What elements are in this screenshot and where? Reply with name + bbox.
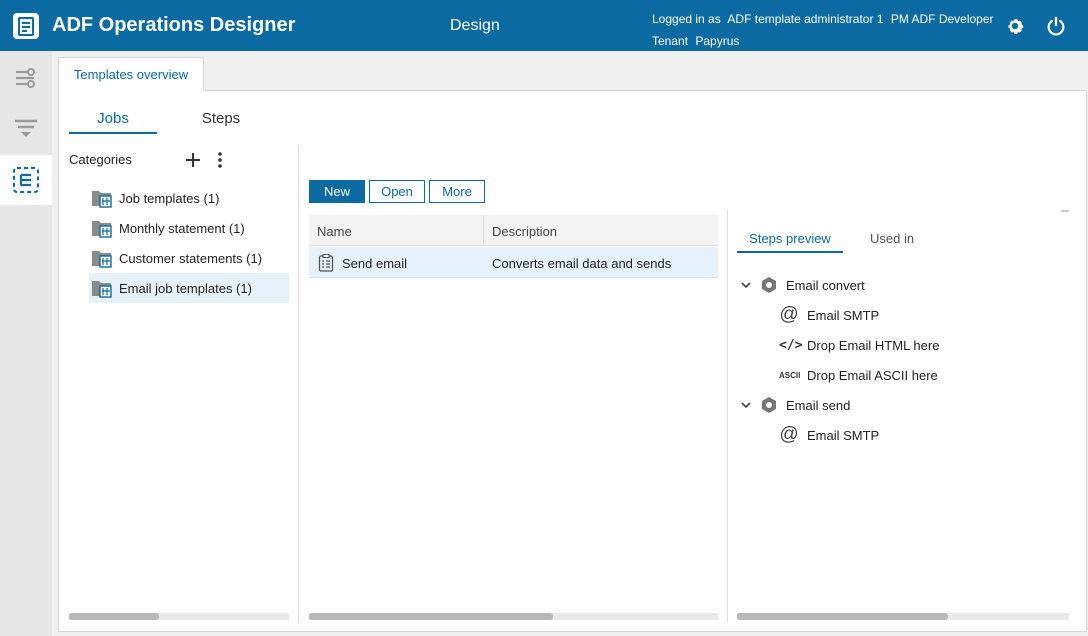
chevron-down-icon[interactable] [740,279,752,291]
tab-used-in[interactable]: Used in [870,231,914,253]
app-logo-icon [13,13,39,39]
logged-in-label: Logged in as [652,12,721,26]
folder-template-icon [92,221,112,238]
scrollbar-thumb[interactable] [737,613,948,620]
hexagon-icon [762,277,776,293]
category-label: Customer statements (1) [119,250,263,266]
divider [298,146,299,622]
tree-label: Email send [786,397,851,413]
cell-description: Converts email data and sends [492,256,672,271]
category-label: Monthly statement (1) [119,220,245,236]
tab-jobs[interactable]: Jobs [69,110,157,134]
category-label: Email job templates (1) [119,280,252,296]
categories-scrollbar[interactable] [69,613,289,620]
divider [727,210,728,622]
category-item-monthly-statement[interactable]: Monthly statement (1) [89,213,289,243]
left-rail [0,51,52,636]
more-button[interactable]: More [429,180,485,203]
tree-label: Drop Email ASCII here [807,367,938,383]
grid-header: Name Description [309,215,718,246]
tenant-name: Papyrus [695,34,740,48]
tab-steps-preview[interactable]: Steps preview [737,231,843,253]
code-icon: </> [779,337,803,353]
tree-node-email-convert[interactable]: Email convert [740,274,865,296]
tab-steps[interactable]: Steps [180,110,262,134]
tree-node-email-smtp[interactable]: @ Email SMTP [779,304,879,326]
category-label: Job templates (1) [119,190,220,206]
scrollbar-thumb[interactable] [309,613,553,620]
app-title: ADF Operations Designer [52,14,296,36]
tree-node-drop-email-ascii[interactable]: ASCII Drop Email ASCII here [779,364,938,386]
chevron-down-icon[interactable] [740,399,752,411]
tab-templates-overview[interactable]: Templates overview [58,57,204,91]
rail-templates[interactable] [0,155,52,205]
cell-name: Send email [342,256,408,271]
user-role: PM ADF Developer [890,12,994,26]
folder-template-icon [92,191,112,208]
ascii-icon: ASCII [779,370,801,380]
rail-workflow[interactable] [0,53,52,103]
category-item-job-templates[interactable]: Job templates (1) [89,183,289,213]
job-template-icon [318,254,334,272]
new-button[interactable]: New [309,180,365,203]
add-category-icon[interactable] [184,151,202,169]
tree-node-email-smtp[interactable]: @ Email SMTP [779,424,879,446]
open-button[interactable]: Open [369,180,425,203]
folder-template-icon [92,251,112,268]
filter-icon [15,119,37,137]
category-item-email-job-templates[interactable]: Email job templates (1) [89,273,289,303]
templates-icon [13,167,39,193]
table-row[interactable]: Send email Converts email data and sends [309,247,718,278]
panel-collapse-handle[interactable] [1061,210,1069,212]
nav-design[interactable]: Design [450,17,500,35]
tree-node-email-send[interactable]: Email send [740,394,850,416]
rail-filter[interactable] [0,103,52,153]
main-panel [58,90,1087,632]
column-header-name[interactable]: Name [317,224,352,239]
column-header-description[interactable]: Description [492,224,557,239]
folder-template-icon [92,281,112,298]
categories-title: Categories [69,152,132,167]
tree-label: Email convert [786,277,865,293]
top-bar: ADF Operations Designer Design Logged in… [0,0,1088,51]
grid-scrollbar[interactable] [309,613,718,620]
at-icon: @ [779,304,799,325]
at-icon: @ [779,424,799,445]
preview-scrollbar[interactable] [737,613,1069,620]
tree-node-drop-email-html[interactable]: </> Drop Email HTML here [779,334,939,356]
hexagon-icon [762,397,776,413]
tree-label: Drop Email HTML here [807,337,940,353]
tree-label: Email SMTP [807,427,880,443]
column-separator[interactable] [483,215,484,246]
user-name: ADF template administrator 1 [727,12,884,26]
login-info: Logged in as ADF template administrator … [652,8,998,52]
tenant-label: Tenant [652,34,689,48]
tree-label: Email SMTP [807,307,880,323]
gear-icon[interactable] [1004,15,1026,37]
scrollbar-thumb[interactable] [69,613,159,620]
workflow-icon [16,68,35,88]
more-vertical-icon[interactable] [214,151,226,169]
power-icon[interactable] [1045,15,1067,37]
category-item-customer-statements[interactable]: Customer statements (1) [89,243,289,273]
